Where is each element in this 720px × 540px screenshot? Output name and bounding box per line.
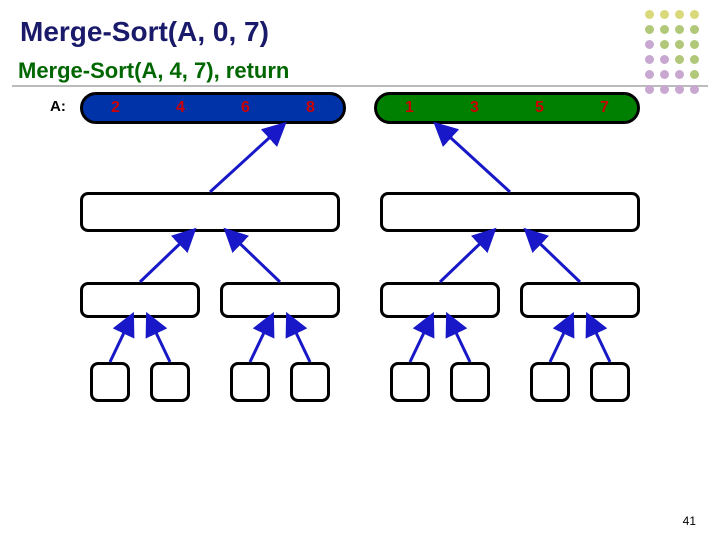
array-cell: 8 <box>278 95 343 121</box>
subarray-box-level3 <box>590 362 630 402</box>
array-row: 2 4 6 8 1 3 5 7 <box>80 92 640 124</box>
page-number: 41 <box>683 514 696 528</box>
array-cell: 4 <box>148 95 213 121</box>
subarray-box-level3 <box>150 362 190 402</box>
subarray-box-level2 <box>80 282 200 318</box>
subarray-box-level3 <box>390 362 430 402</box>
subarray-box-level3 <box>230 362 270 402</box>
array-cell: 2 <box>83 95 148 121</box>
array-cell: 3 <box>442 95 507 121</box>
subarray-box-level2 <box>220 282 340 318</box>
subarray-box-level2 <box>520 282 640 318</box>
array-cell: 1 <box>377 95 442 121</box>
subarray-box-level3 <box>90 362 130 402</box>
subarray-box-level1 <box>380 192 640 232</box>
subarray-box-level2 <box>380 282 500 318</box>
array-cell: 7 <box>572 95 637 121</box>
array-right-half: 1 3 5 7 <box>374 92 640 124</box>
title-main: Merge-Sort(A, 0, 7) <box>20 16 269 48</box>
subarray-box-level1 <box>80 192 340 232</box>
subarray-box-level3 <box>530 362 570 402</box>
decoration-dots <box>645 10 700 95</box>
subarray-box-level3 <box>290 362 330 402</box>
array-cell: 6 <box>213 95 278 121</box>
array-cell: 5 <box>507 95 572 121</box>
array-left-half: 2 4 6 8 <box>80 92 346 124</box>
array-label: A: <box>50 98 66 115</box>
subarray-box-level3 <box>450 362 490 402</box>
divider <box>12 85 708 87</box>
subtitle: Merge-Sort(A, 4, 7), return <box>18 58 289 84</box>
